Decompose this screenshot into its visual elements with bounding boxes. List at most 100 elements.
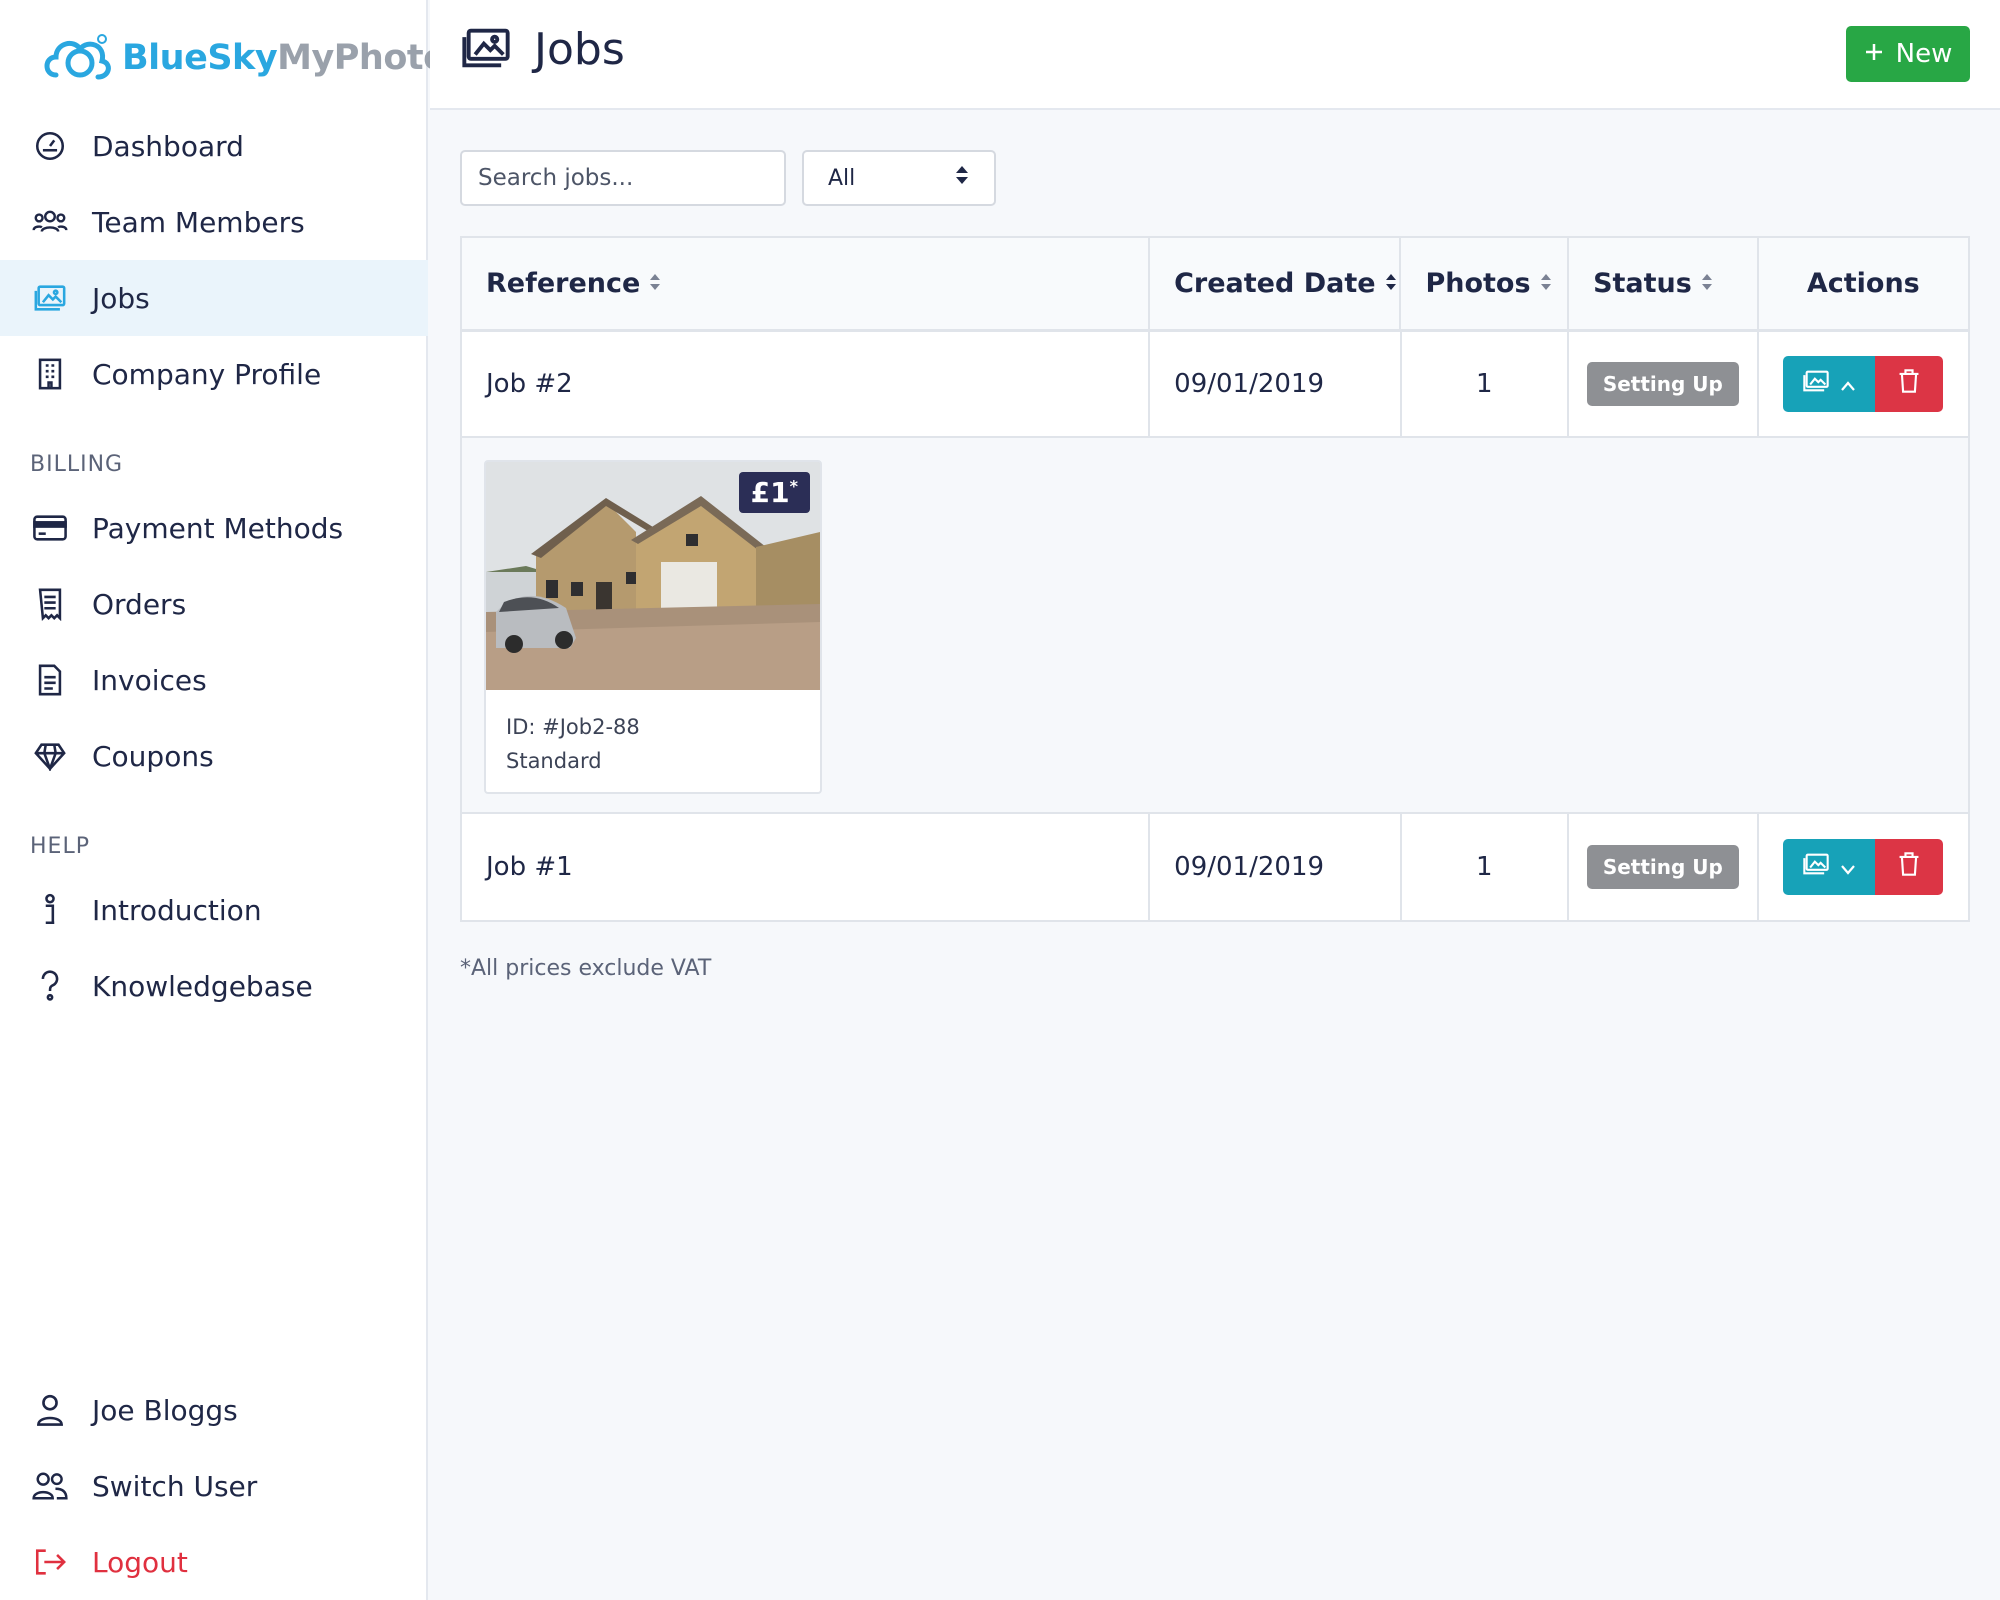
images-icon [1802, 852, 1830, 883]
sidebar-item-jobs[interactable]: Jobs [0, 260, 428, 336]
sidebar-item-team-members[interactable]: Team Members [0, 184, 428, 260]
column-header-label: Actions [1806, 268, 1920, 299]
status-badge: Setting Up [1586, 362, 1739, 406]
column-header-label: Status [1593, 268, 1692, 299]
job-created-date: 09/01/2019 [1150, 814, 1402, 920]
billing-section-heading: BILLING [30, 452, 124, 477]
status-cell: Setting Up [1569, 332, 1759, 436]
column-header-photos[interactable]: Photos [1401, 238, 1570, 329]
house-photo-thumbnail[interactable]: £1* [486, 462, 820, 690]
photo-card[interactable]: £1* ID: #Job2-88 Standard [484, 460, 822, 794]
sort-arrows-icon [954, 164, 970, 192]
actions-cell [1759, 814, 1968, 920]
column-header-label: Created Date [1174, 268, 1376, 299]
sidebar-item-dashboard[interactable]: Dashboard [0, 108, 428, 184]
photo-id: ID: #Job2-88 [506, 715, 640, 739]
sort-icon [1384, 268, 1398, 299]
images-icon [1802, 369, 1830, 400]
vat-footnote: *All prices exclude VAT [460, 956, 712, 981]
toggle-photos-button[interactable] [1783, 839, 1876, 895]
page-title-text: Jobs [534, 24, 625, 75]
sidebar-item-orders[interactable]: Orders [0, 566, 428, 642]
actions-cell [1759, 332, 1968, 436]
column-header-reference[interactable]: Reference [462, 238, 1151, 329]
status-filter-value: All [828, 165, 856, 191]
sidebar-item-label: Invoices [92, 663, 207, 697]
status-badge: Setting Up [1586, 845, 1739, 889]
building-icon [30, 354, 70, 394]
sidebar-item-invoices[interactable]: Invoices [0, 642, 428, 718]
status-cell: Setting Up [1569, 814, 1759, 920]
delete-job-button[interactable] [1875, 356, 1944, 412]
sidebar-item-introduction[interactable]: Introduction [0, 872, 428, 948]
status-filter-select[interactable]: All [802, 150, 996, 206]
sidebar-item-coupons[interactable]: Coupons [0, 718, 428, 794]
row-actions [1783, 356, 1944, 412]
sidebar-item-label: Team Members [92, 205, 305, 239]
new-job-button[interactable]: New [1846, 26, 1970, 82]
sidebar-item-user-profile[interactable]: Joe Bloggs [0, 1372, 428, 1448]
sidebar-item-label: Payment Methods [92, 511, 344, 545]
sidebar-item-label: Joe Bloggs [92, 1393, 238, 1427]
price-tag: £1* [738, 472, 810, 513]
column-header-actions: Actions [1759, 238, 1968, 329]
receipt-icon [30, 584, 70, 624]
diamond-icon [30, 736, 70, 776]
cloud-logo-icon [40, 31, 116, 85]
question-icon [30, 966, 70, 1006]
plus-icon [1864, 39, 1884, 69]
table-row: Job #2 09/01/2019 1 Setting Up [462, 332, 1968, 438]
job-reference[interactable]: Job #2 [462, 332, 1151, 436]
column-header-status[interactable]: Status [1569, 238, 1759, 329]
sort-icon [648, 268, 662, 299]
trash-icon [1897, 368, 1921, 401]
price-value: £1 [750, 476, 790, 509]
chevron-up-icon [1840, 369, 1856, 399]
users-icon [30, 1466, 70, 1506]
photo-type: Standard [506, 749, 602, 773]
sidebar-item-label: Knowledgebase [92, 969, 313, 1003]
sidebar-item-label: Dashboard [92, 129, 244, 163]
toggle-photos-button[interactable] [1783, 356, 1876, 412]
dashboard-icon [30, 126, 70, 166]
sidebar-item-logout[interactable]: Logout [0, 1524, 428, 1600]
sidebar-item-label: Switch User [92, 1469, 258, 1503]
sidebar-item-company-profile[interactable]: Company Profile [0, 336, 428, 412]
trash-icon [1897, 851, 1921, 884]
images-icon [460, 26, 512, 74]
table-row: Job #1 09/01/2019 1 Setting Up [462, 814, 1968, 920]
row-actions [1783, 839, 1944, 895]
team-icon [30, 202, 70, 242]
column-header-created-date[interactable]: Created Date [1150, 238, 1402, 329]
job-photo-count: 1 [1402, 814, 1570, 920]
credit-card-icon [30, 508, 70, 548]
price-asterisk: * [789, 476, 798, 496]
brand-name-part1: BlueSky [122, 38, 278, 78]
search-input[interactable] [460, 150, 786, 206]
help-section-heading: HELP [30, 834, 90, 859]
sidebar-item-label: Jobs [92, 281, 150, 315]
sidebar-item-label: Logout [92, 1545, 188, 1579]
job-photo-count: 1 [1402, 332, 1570, 436]
sidebar-item-payment-methods[interactable]: Payment Methods [0, 490, 428, 566]
brand-name-part2: MyPhoto [277, 38, 447, 78]
job-created-date: 09/01/2019 [1150, 332, 1402, 436]
job-photos-panel: £1* ID: #Job2-88 Standard [462, 438, 1968, 814]
column-header-label: Photos [1425, 268, 1531, 299]
sidebar-item-switch-user[interactable]: Switch User [0, 1448, 428, 1524]
table-header-row: Reference Created Date Photos Status Act… [462, 238, 1968, 332]
images-icon [30, 278, 70, 318]
brand-logo[interactable]: BlueSkyMyPhoto [40, 28, 447, 88]
sidebar-item-label: Company Profile [92, 357, 322, 391]
new-button-label: New [1895, 39, 1953, 69]
job-reference[interactable]: Job #1 [462, 814, 1151, 920]
top-bar: Jobs New [430, 0, 2000, 110]
chevron-down-icon [1840, 852, 1856, 882]
info-icon [30, 890, 70, 930]
logout-icon [30, 1542, 70, 1582]
sidebar-item-knowledgebase[interactable]: Knowledgebase [0, 948, 428, 1024]
sidebar: BlueSkyMyPhoto Dashboard Team Members Jo… [0, 0, 447, 1600]
user-icon [30, 1390, 70, 1430]
delete-job-button[interactable] [1875, 839, 1944, 895]
sidebar-item-label: Coupons [92, 739, 214, 773]
